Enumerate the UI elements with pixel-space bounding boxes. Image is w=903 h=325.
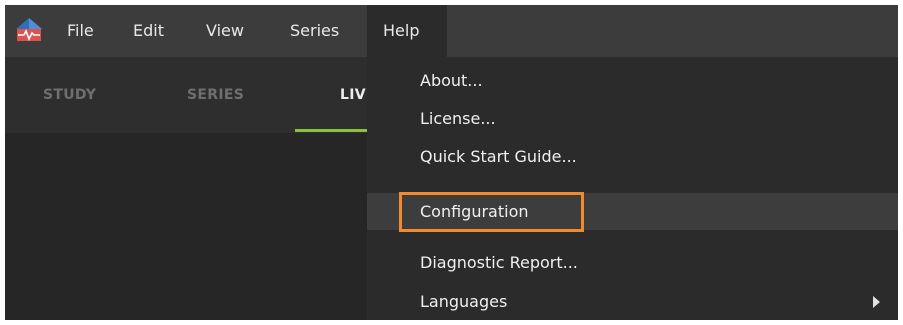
menu-series[interactable]: Series xyxy=(286,5,350,57)
menu-series-label: Series xyxy=(290,21,340,40)
menu-view-label: View xyxy=(206,21,244,40)
active-tab-indicator xyxy=(295,129,371,132)
tab-series[interactable]: SERIES xyxy=(187,57,244,133)
menu-item-license[interactable]: License... xyxy=(367,100,898,137)
tab-liv[interactable]: LIV xyxy=(340,57,366,133)
menu-bar: File Edit View Series Help xyxy=(5,5,898,57)
menu-item-quick-start-guide[interactable]: Quick Start Guide... xyxy=(367,138,898,175)
menu-view[interactable]: View xyxy=(202,5,252,57)
tab-study[interactable]: STUDY xyxy=(43,57,96,133)
tab-liv-label: LIV xyxy=(340,87,366,103)
menu-item-about-label: About... xyxy=(420,71,483,90)
chevron-right-icon xyxy=(873,296,880,308)
menu-item-diagnostic-report-label: Diagnostic Report... xyxy=(420,253,578,272)
menu-item-license-label: License... xyxy=(420,109,496,128)
menu-file[interactable]: File xyxy=(61,5,105,57)
menu-item-languages[interactable]: Languages xyxy=(367,283,898,320)
menu-item-languages-label: Languages xyxy=(420,292,508,311)
menu-edit[interactable]: Edit xyxy=(129,5,173,57)
menu-item-configuration-label: Configuration xyxy=(420,202,529,221)
tab-series-label: SERIES xyxy=(187,87,245,103)
app-logo-icon xyxy=(16,18,42,41)
tab-study-label: STUDY xyxy=(43,87,97,103)
menu-file-label: File xyxy=(67,21,94,40)
menu-item-about[interactable]: About... xyxy=(367,62,898,99)
menu-help-label: Help xyxy=(383,21,420,40)
menu-item-diagnostic-report[interactable]: Diagnostic Report... xyxy=(367,244,898,281)
menu-item-configuration[interactable]: Configuration xyxy=(367,193,898,230)
menu-item-quick-start-guide-label: Quick Start Guide... xyxy=(420,147,577,166)
menu-edit-label: Edit xyxy=(133,21,164,40)
menu-help[interactable]: Help xyxy=(367,5,447,57)
app-window: File Edit View Series Help STUDY SERIES … xyxy=(5,5,898,320)
help-menu-dropdown: About... License... Quick Start Guide...… xyxy=(367,57,898,320)
